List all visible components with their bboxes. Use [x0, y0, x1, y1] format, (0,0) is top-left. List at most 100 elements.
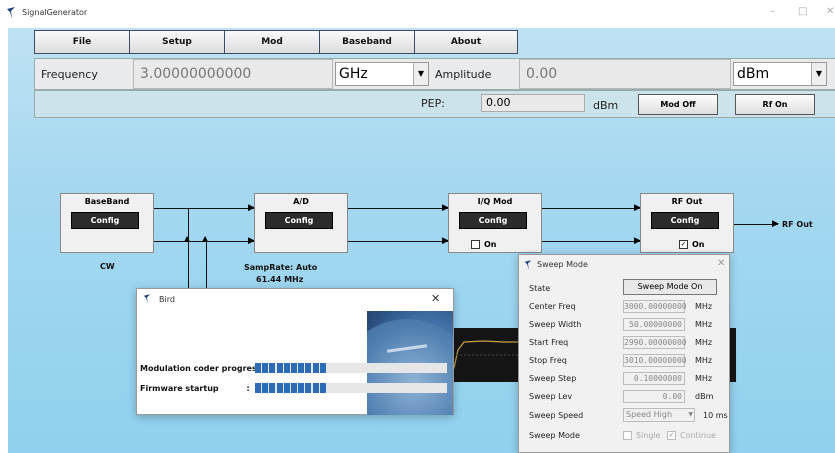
checkbox-icon: [471, 240, 480, 249]
ad-samprate: SampRate: Auto: [244, 263, 318, 272]
menu-file[interactable]: File: [34, 30, 130, 54]
baseband-config-button[interactable]: Config: [71, 212, 139, 229]
iq-mod-title: I/Q Mod: [477, 197, 513, 206]
sweep-lev-unit: dBm: [695, 392, 714, 401]
bird-dialog-title: Bird: [159, 295, 175, 304]
close-icon[interactable]: ✕: [431, 292, 440, 305]
sweep-width-label: Sweep Width: [529, 320, 582, 329]
checkbox-icon: [623, 431, 632, 440]
center-freq-input[interactable]: 3000.00000000: [623, 300, 687, 313]
close-icon[interactable]: ✕: [717, 258, 725, 269]
wire: [542, 208, 640, 209]
rf-out-config-button[interactable]: Config: [651, 212, 719, 229]
sweep-lev-label: Sweep Lev: [529, 392, 573, 401]
bird-logo-icon: [143, 294, 151, 304]
checkbox-checked-icon: ✓: [679, 240, 688, 249]
arrow-up-icon: ▲: [202, 234, 209, 243]
rf-out-title: RF Out: [671, 197, 703, 206]
rf-on-checkbox[interactable]: ✓ On: [679, 240, 705, 249]
start-freq-label: Start Freq: [529, 338, 569, 347]
sweep-step-input[interactable]: 0.10000000: [623, 372, 685, 385]
wire: [348, 241, 448, 242]
start-freq-unit: MHz: [695, 338, 713, 347]
rf-on-label: On: [692, 240, 705, 249]
arrow-up-icon: ▲: [184, 234, 191, 243]
sweep-continue-checkbox[interactable]: ✓ Continue: [667, 431, 716, 440]
window-titlebar: SignalGenerator – □ ✕: [0, 0, 835, 28]
frequency-label: Frequency: [41, 68, 98, 81]
sweep-lev-input[interactable]: 0.00: [623, 390, 685, 403]
baseband-mode: CW: [100, 262, 115, 271]
modulation-progress-label: Modulation coder progress:: [140, 364, 265, 373]
bird-logo-icon: [7, 7, 15, 19]
minimize-button[interactable]: –: [770, 6, 775, 17]
rf-out-block: RF Out Config ✓ On: [640, 193, 734, 253]
sweep-speed-select[interactable]: Speed High ▼: [623, 408, 695, 422]
ad-title: A/D: [293, 197, 309, 206]
frequency-unit-select[interactable]: GHz ▼: [335, 62, 429, 86]
menu-mod[interactable]: Mod: [224, 30, 320, 54]
ad-frequency: 61.44 MHz: [256, 275, 304, 284]
chevron-down-icon: ▼: [413, 63, 428, 85]
sweep-width-unit: MHz: [695, 320, 713, 329]
ad-config-button[interactable]: Config: [265, 212, 333, 229]
rf-out-label: RF Out: [782, 220, 813, 229]
chevron-down-icon: ▼: [688, 411, 693, 418]
mod-off-button[interactable]: Mod Off: [638, 94, 718, 115]
sweep-speed-time: 10 ms: [703, 411, 728, 420]
baseband-title: BaseBand: [84, 197, 130, 206]
frequency-bar: Frequency 3.00000000000 GHz ▼ Amplitude …: [34, 58, 835, 90]
frequency-unit-value: GHz: [339, 66, 368, 82]
menu-setup[interactable]: Setup: [129, 30, 225, 54]
bird-dialog: Bird ✕ Modulation coder progress: Firmwa…: [136, 288, 454, 415]
sweep-step-unit: MHz: [695, 374, 713, 383]
menu-about[interactable]: About: [414, 30, 518, 54]
center-freq-unit: MHz: [695, 302, 713, 311]
spectrum-display-edge: [730, 328, 736, 382]
continue-label: Continue: [680, 431, 716, 440]
sweep-speed-label: Sweep Speed: [529, 411, 584, 420]
rf-on-button[interactable]: Rf On: [735, 94, 815, 115]
stop-freq-input[interactable]: 3010.00000000: [623, 354, 687, 367]
sweep-dialog-title: Sweep Mode: [537, 260, 588, 269]
pep-label: PEP:: [421, 97, 445, 110]
amplitude-input[interactable]: 0.00: [519, 59, 731, 89]
sweep-mode-label: Sweep Mode: [529, 431, 580, 440]
modulation-progress-bar: [255, 363, 447, 373]
chevron-down-icon: ▼: [811, 63, 826, 85]
iq-mod-block: I/Q Mod Config On: [448, 193, 542, 253]
amplitude-label: Amplitude: [435, 68, 492, 81]
firmware-progress-bar: [255, 383, 447, 393]
arrow-right-icon: ▶: [772, 219, 779, 229]
menu-baseband[interactable]: Baseband: [319, 30, 415, 54]
start-freq-input[interactable]: 2990.00000000: [623, 336, 687, 349]
iq-mod-config-button[interactable]: Config: [459, 212, 527, 229]
amplitude-unit-select[interactable]: dBm ▼: [733, 62, 827, 86]
stop-freq-label: Stop Freq: [529, 356, 567, 365]
pep-unit: dBm: [593, 99, 619, 112]
single-label: Single: [636, 431, 661, 440]
sweep-single-checkbox[interactable]: Single: [623, 431, 661, 440]
sweep-width-input[interactable]: 50.00000000: [623, 318, 685, 331]
maximize-button[interactable]: □: [798, 6, 807, 17]
sweep-step-label: Sweep Step: [529, 374, 577, 383]
checkbox-checked-icon: ✓: [667, 431, 676, 440]
frequency-input[interactable]: 3.00000000000: [133, 59, 333, 89]
wire: [348, 208, 448, 209]
main-canvas: File Setup Mod Baseband About Frequency …: [8, 28, 835, 453]
center-freq-label: Center Freq: [529, 302, 576, 311]
iq-mod-on-checkbox[interactable]: On: [471, 240, 497, 249]
sweep-mode-on-button[interactable]: Sweep Mode On: [623, 279, 717, 295]
stop-freq-unit: MHz: [695, 356, 713, 365]
pep-bar: PEP: 0.00 dBm Mod Off Rf On: [34, 90, 835, 118]
wire: [154, 208, 254, 209]
baseband-block: BaseBand Config: [60, 193, 154, 253]
wire: [542, 241, 640, 242]
close-button[interactable]: ✕: [826, 6, 834, 17]
firmware-startup-label: Firmware startup :: [140, 384, 250, 393]
spectrum-display: [444, 328, 524, 382]
sweep-speed-value: Speed High: [626, 410, 673, 419]
ad-block: A/D Config: [254, 193, 348, 253]
spectrum-trace: [444, 340, 524, 369]
window-title: SignalGenerator: [22, 8, 88, 17]
